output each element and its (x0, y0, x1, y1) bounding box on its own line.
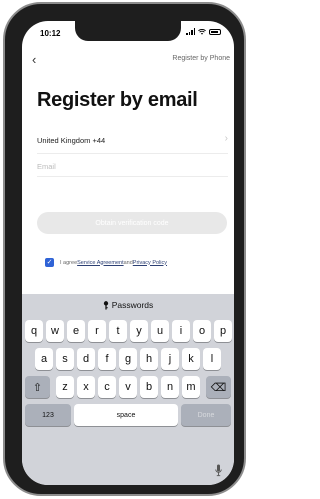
key-icon (103, 300, 108, 310)
back-button[interactable]: ‹ (32, 53, 36, 67)
register-by-phone-link[interactable]: Register by Phone (172, 55, 230, 62)
key-v[interactable]: v (119, 376, 137, 398)
key-h[interactable]: h (140, 348, 158, 370)
key-m[interactable]: m (182, 376, 200, 398)
agree-prefix: I agree (60, 259, 78, 266)
app-screen: 10:12 ‹ Register by Phone Register by em… (22, 21, 234, 485)
key-q[interactable]: q (25, 320, 43, 342)
passwords-label: Passwords (111, 300, 154, 310)
microphone-icon[interactable] (215, 464, 222, 477)
key-k[interactable]: k (182, 348, 200, 370)
agree-and: and (123, 259, 133, 266)
key-u[interactable]: u (151, 320, 169, 342)
passwords-suggestion-bar[interactable]: Passwords (22, 294, 234, 316)
key-y[interactable]: y (130, 320, 148, 342)
key-n[interactable]: n (161, 376, 179, 398)
status-time: 10:12 (40, 29, 61, 38)
privacy-policy-link[interactable]: Privacy Policy (133, 260, 167, 266)
key-s[interactable]: s (56, 348, 74, 370)
agree-checkbox[interactable]: ✓ (45, 258, 54, 267)
key-l[interactable]: l (203, 348, 221, 370)
numbers-key[interactable]: 123 (25, 404, 71, 426)
key-e[interactable]: e (67, 320, 85, 342)
key-d[interactable]: d (77, 348, 95, 370)
wifi-icon (198, 28, 206, 35)
keyboard: Passwords q w e r t y u i o p a s d f g … (22, 294, 234, 485)
notch (75, 21, 181, 41)
key-w[interactable]: w (46, 320, 64, 342)
space-key[interactable]: space (74, 404, 178, 426)
country-selector[interactable]: United Kingdom +44 › (37, 133, 228, 154)
key-z[interactable]: z (56, 376, 74, 398)
email-field[interactable] (37, 162, 228, 171)
country-value: United Kingdom +44 (37, 136, 106, 145)
agreement-row: ✓ I agree Service Agreement and Privacy … (45, 258, 167, 267)
key-r[interactable]: r (88, 320, 106, 342)
battery-icon (209, 28, 221, 35)
key-i[interactable]: i (172, 320, 190, 342)
key-t[interactable]: t (109, 320, 127, 342)
key-f[interactable]: f (98, 348, 116, 370)
obtain-verification-code-button[interactable]: Obtain verification code (37, 212, 227, 234)
email-field-row (37, 156, 228, 177)
shift-key[interactable]: ⇧ (25, 376, 50, 398)
key-b[interactable]: b (140, 376, 158, 398)
key-p[interactable]: p (214, 320, 232, 342)
key-g[interactable]: g (119, 348, 137, 370)
key-c[interactable]: c (98, 376, 116, 398)
chevron-right-icon: › (224, 133, 228, 144)
status-icons (186, 28, 221, 35)
done-key[interactable]: Done (181, 404, 231, 426)
key-a[interactable]: a (35, 348, 53, 370)
key-o[interactable]: o (193, 320, 211, 342)
cellular-signal-icon (186, 28, 195, 35)
key-x[interactable]: x (77, 376, 95, 398)
service-agreement-link[interactable]: Service Agreement (77, 260, 123, 266)
phone-frame: 10:12 ‹ Register by Phone Register by em… (3, 2, 246, 496)
page-title: Register by email (37, 89, 198, 111)
key-j[interactable]: j (161, 348, 179, 370)
delete-key[interactable]: ⌫ (206, 376, 231, 398)
